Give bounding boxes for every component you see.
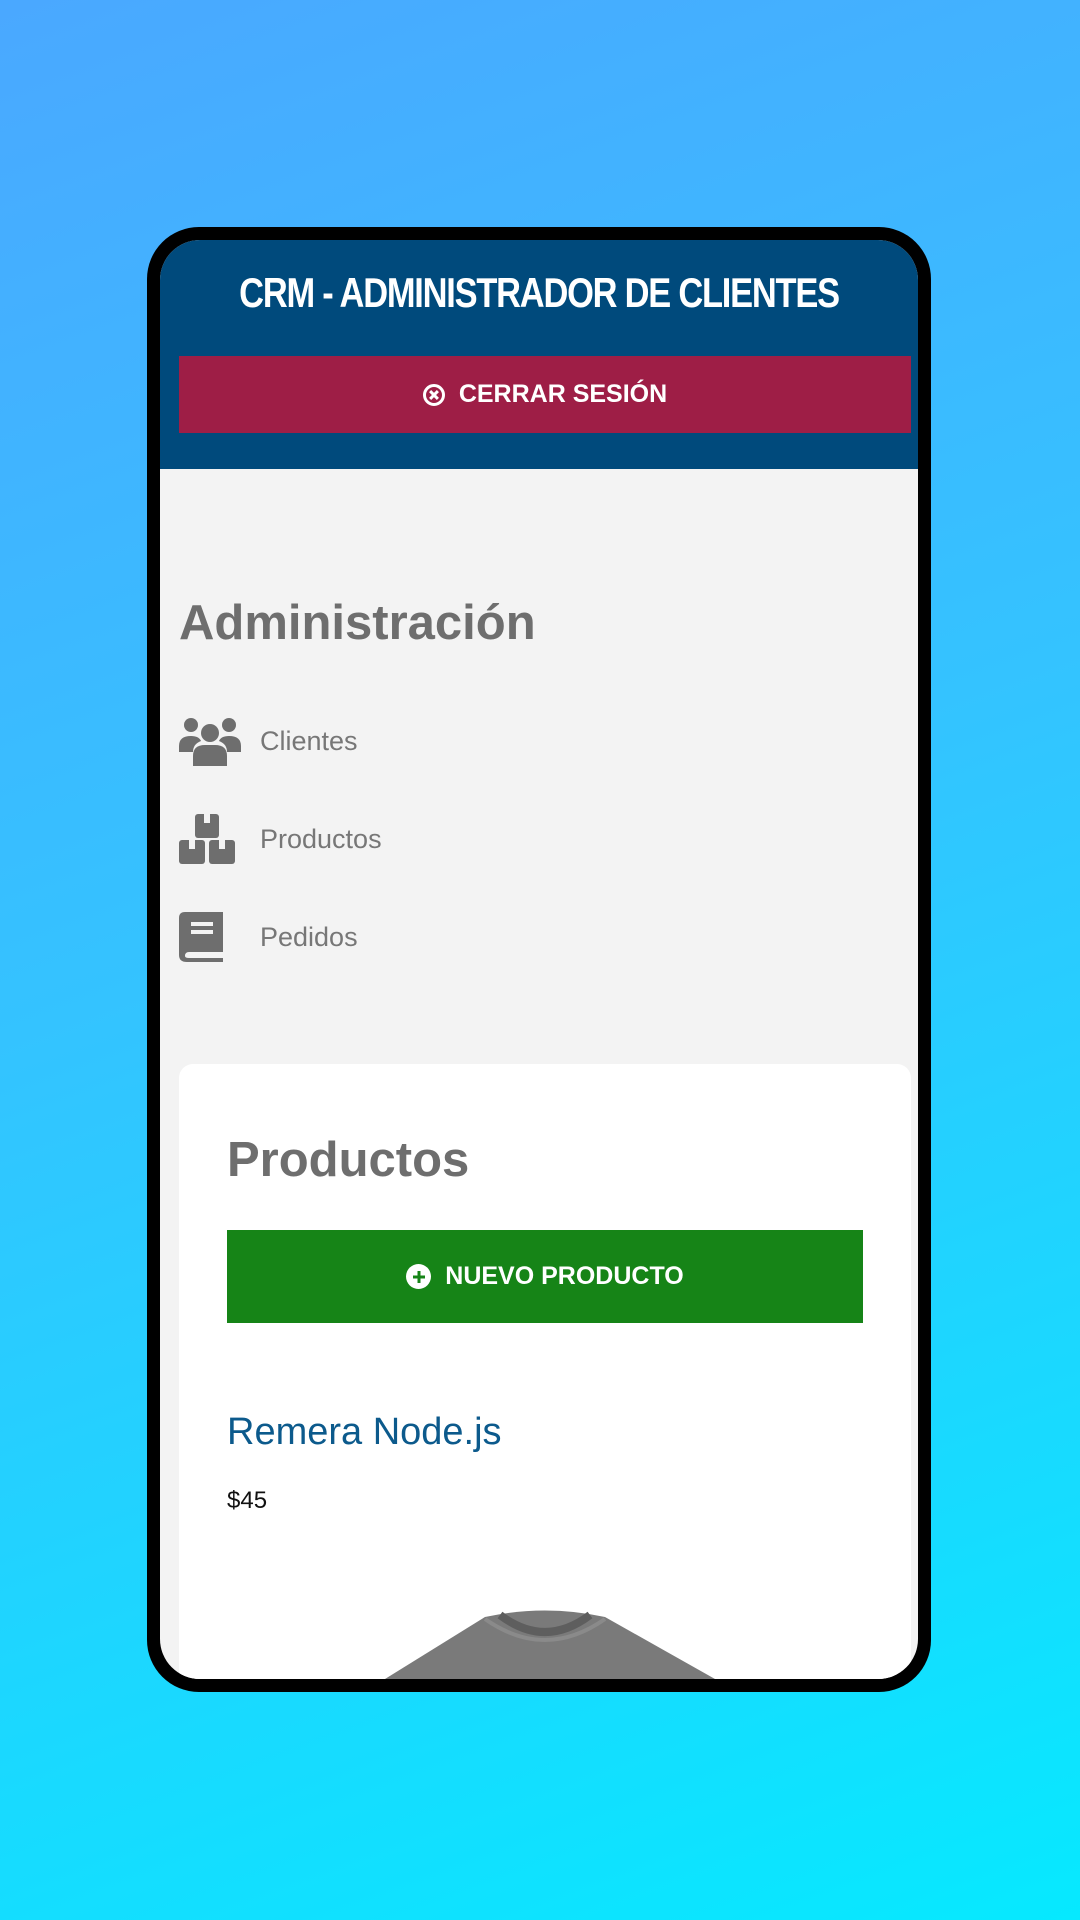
product-price: $45 <box>227 1487 268 1514</box>
admin-title: Administración <box>179 596 536 650</box>
nav-item-productos[interactable]: Productos <box>179 790 918 888</box>
tshirt-image <box>385 1610 715 1679</box>
plus-circle-icon <box>406 1264 432 1289</box>
app-header: CRM - ADMINISTRADOR DE CLIENTES CERRAR S… <box>160 240 918 469</box>
nav-label-productos: Productos <box>260 823 382 854</box>
admin-nav: Administración Clientes Productos Pedido… <box>160 469 918 986</box>
new-product-label: NUEVO PRODUCTO <box>445 1262 684 1290</box>
phone-frame: CRM - ADMINISTRADOR DE CLIENTES CERRAR S… <box>147 227 931 1692</box>
nav-item-clientes[interactable]: Clientes <box>179 692 918 790</box>
logout-button[interactable]: CERRAR SESIÓN <box>179 356 911 433</box>
nav-label-clientes: Clientes <box>260 725 358 756</box>
app-screen: CRM - ADMINISTRADOR DE CLIENTES CERRAR S… <box>160 240 918 1679</box>
app-title: CRM - ADMINISTRADOR DE CLIENTES <box>239 269 840 316</box>
nav-item-pedidos[interactable]: Pedidos <box>179 888 918 986</box>
boxes-icon <box>179 813 241 865</box>
logout-label: CERRAR SESIÓN <box>458 380 668 408</box>
products-card: Productos NUEVO PRODUCTO Remera Node.js … <box>179 1064 911 1679</box>
product-image <box>179 1599 911 1679</box>
users-icon <box>179 715 241 767</box>
book-icon <box>179 911 241 963</box>
products-title: Productos <box>227 1133 470 1187</box>
close-circle-icon <box>422 383 445 406</box>
product-name[interactable]: Remera Node.js <box>227 1413 863 1451</box>
new-product-button[interactable]: NUEVO PRODUCTO <box>227 1230 863 1323</box>
nav-label-pedidos: Pedidos <box>260 921 358 952</box>
